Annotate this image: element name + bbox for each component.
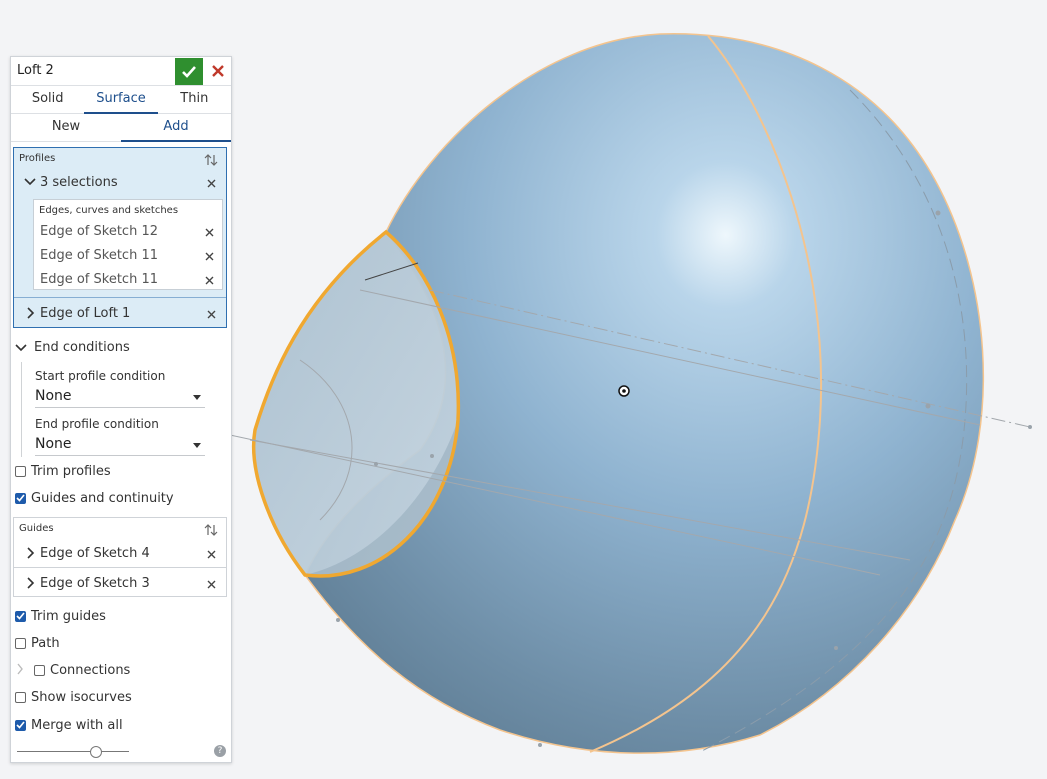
close-icon [207, 310, 215, 318]
loft-edge-item[interactable]: Edge of Loft 1 [40, 306, 130, 321]
profiles-selection-box[interactable]: Profiles 3 selections Edges, curves and … [13, 147, 227, 328]
end-condition-select[interactable]: None [35, 435, 205, 456]
path-checkbox[interactable]: Path [15, 635, 60, 651]
list-item[interactable]: Edge of Sketch 11 [40, 272, 158, 287]
checkbox-box [15, 691, 26, 703]
profiles-edge-list: Edges, curves and sketches Edge of Sketc… [33, 199, 223, 290]
close-icon [205, 228, 213, 236]
profiles-header: Profiles [19, 153, 56, 164]
close-icon [207, 179, 215, 187]
divider [14, 567, 226, 568]
end-condition-label: End profile condition [35, 417, 159, 431]
trim-profiles-label: Trim profiles [31, 463, 111, 479]
merge-with-all-checkbox[interactable]: Merge with all [15, 717, 123, 733]
body-type-tabs: Solid Surface Thin [11, 86, 231, 114]
trim-profiles-checkbox[interactable]: Trim profiles [15, 463, 111, 479]
chevron-down-icon [193, 443, 201, 448]
close-icon [212, 65, 224, 77]
remove-item-button[interactable] [204, 307, 218, 321]
guides-header: Guides [19, 523, 54, 534]
close-icon [205, 276, 213, 284]
close-icon [207, 580, 215, 588]
trim-guides-checkbox[interactable]: Trim guides [15, 608, 106, 624]
start-condition-label: Start profile condition [35, 369, 166, 383]
accept-button[interactable] [175, 58, 203, 85]
tab-solid[interactable]: Solid [11, 86, 84, 113]
divider [14, 297, 226, 298]
center-point-dot [622, 389, 626, 393]
help-icon[interactable]: ? [214, 745, 226, 757]
merge-with-all-label: Merge with all [31, 717, 123, 733]
slider-track[interactable] [17, 751, 129, 752]
close-icon [207, 550, 215, 558]
chevron-down-icon[interactable] [24, 177, 36, 187]
checkbox-box [15, 719, 26, 731]
chevron-right-icon[interactable] [16, 663, 24, 675]
connections-label: Connections [50, 662, 131, 678]
guide-item[interactable]: Edge of Sketch 3 [40, 576, 150, 591]
guides-continuity-label: Guides and continuity [31, 490, 174, 506]
chevron-right-icon[interactable] [26, 547, 36, 559]
guides-continuity-checkbox[interactable]: Guides and continuity [15, 490, 174, 506]
list-item[interactable]: Edge of Sketch 12 [40, 224, 158, 239]
reorder-icon[interactable] [204, 153, 218, 167]
guides-selection-box[interactable]: Guides Edge of Sketch 4 Edge of Sketch 3 [13, 517, 227, 597]
cancel-button[interactable] [207, 60, 229, 82]
checkbox-box [15, 637, 26, 649]
loft-feature-panel: Loft 2 Solid Surface Thin New Add Profil… [10, 56, 232, 763]
tab-new[interactable]: New [11, 114, 121, 141]
checkbox-box [15, 492, 26, 504]
path-label: Path [31, 635, 60, 651]
remove-item-button[interactable] [204, 577, 218, 591]
checkmark-icon [182, 65, 196, 78]
checkbox-box [15, 465, 26, 477]
remove-group-button[interactable] [204, 176, 218, 190]
remove-item-button[interactable] [202, 249, 216, 263]
operation-tabs: New Add [11, 114, 231, 142]
tab-surface[interactable]: Surface [84, 86, 158, 114]
checkmark-icon [16, 494, 25, 502]
trim-guides-label: Trim guides [31, 608, 106, 624]
chevron-down-icon[interactable] [15, 343, 27, 353]
close-icon [205, 252, 213, 260]
checkbox-box [15, 610, 26, 622]
show-isocurves-label: Show isocurves [31, 689, 132, 705]
remove-item-button[interactable] [204, 547, 218, 561]
reorder-icon[interactable] [204, 523, 218, 537]
profiles-group-label[interactable]: 3 selections [40, 175, 118, 190]
remove-item-button[interactable] [202, 225, 216, 239]
panel-title-bar: Loft 2 [11, 57, 231, 86]
tab-thin[interactable]: Thin [158, 86, 231, 113]
guide-item[interactable]: Edge of Sketch 4 [40, 546, 150, 561]
chevron-right-icon[interactable] [26, 307, 36, 319]
chevron-right-icon[interactable] [26, 577, 36, 589]
start-condition-value: None [35, 388, 72, 404]
checkmark-icon [16, 612, 25, 620]
chevron-down-icon [193, 395, 201, 400]
edge-list-header: Edges, curves and sketches [39, 205, 179, 216]
tab-add[interactable]: Add [121, 114, 231, 142]
slider-handle[interactable] [90, 746, 103, 758]
feature-title: Loft 2 [17, 63, 54, 78]
show-isocurves-checkbox[interactable]: Show isocurves [15, 689, 132, 705]
connections-checkbox[interactable]: Connections [34, 662, 130, 678]
start-condition-select[interactable]: None [35, 387, 205, 408]
list-item[interactable]: Edge of Sketch 11 [40, 248, 158, 263]
end-conditions-header[interactable]: End conditions [34, 340, 130, 355]
section-indent-line [21, 362, 22, 457]
remove-item-button[interactable] [202, 273, 216, 287]
end-condition-value: None [35, 436, 72, 452]
checkbox-box [34, 664, 45, 676]
checkmark-icon [16, 721, 25, 729]
